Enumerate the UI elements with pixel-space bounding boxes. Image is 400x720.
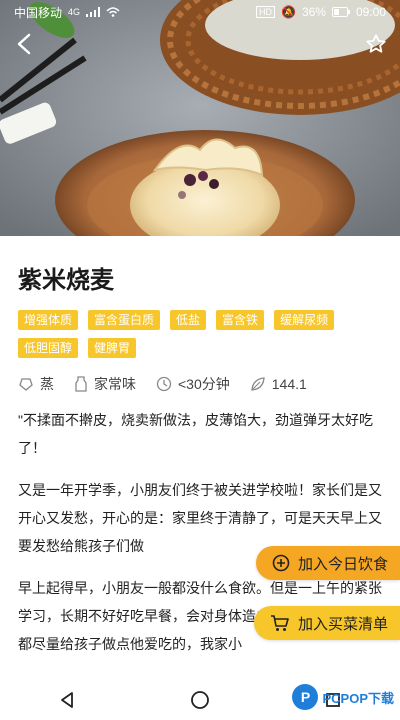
add-today-diet-button[interactable]: 加入今日饮食 <box>255 546 400 580</box>
pot-icon <box>19 378 33 391</box>
nav-back-button[interactable] <box>47 680 87 720</box>
dumpling-photo <box>0 0 400 236</box>
watermark-text: PCPOP下载 <box>322 690 394 706</box>
description-paragraph: "不揉面不擀皮，烧卖新做法，皮薄馅大，劲道弹牙太好吃了！ <box>18 412 373 456</box>
nutrition-tags: 增强体质 富含蛋白质 低盐 富含铁 缓解尿频 低胆固醇 健脾胃 <box>18 310 388 358</box>
recipe-meta: 蒸 家常味 <30分钟 144.1 <box>18 374 388 394</box>
shopping-cart-icon <box>270 615 289 631</box>
wifi-icon <box>106 7 120 17</box>
meta-popularity: 144.1 <box>250 376 307 392</box>
tag-item[interactable]: 低盐 <box>170 310 207 330</box>
tag-item[interactable]: 缓解尿频 <box>274 310 335 330</box>
back-chevron-icon <box>17 33 31 55</box>
tag-item[interactable]: 增强体质 <box>18 310 79 330</box>
meta-time: <30分钟 <box>156 374 230 394</box>
tag-item[interactable]: 低胆固醇 <box>18 338 79 358</box>
status-bar: 中国移动 4G HD 🔕 36% 09:00 <box>0 0 400 24</box>
recipe-hero-image: 中国移动 4G HD 🔕 36% 09:00 <box>0 0 400 236</box>
add-today-label: 加入今日饮食 <box>297 555 388 573</box>
signal-label: 4G <box>68 7 81 17</box>
recipe-title: 紫米烧麦 <box>18 266 114 294</box>
meta-taste: 家常味 <box>74 374 136 394</box>
add-shopping-list-button[interactable]: 加入买菜清单 <box>253 606 400 640</box>
meta-method: 蒸 <box>18 374 54 394</box>
time-label: 09:00 <box>355 5 386 19</box>
watermark-icon: P <box>292 684 319 710</box>
tag-item[interactable]: 富含蛋白质 <box>88 310 161 330</box>
mute-icon: 🔕 <box>280 5 296 19</box>
favorite-button[interactable] <box>360 28 392 60</box>
star-outline-icon <box>366 34 386 53</box>
leaf-icon <box>251 377 265 391</box>
signal-icon <box>86 7 101 17</box>
add-list-label: 加入买菜清单 <box>297 615 388 633</box>
carrier-label: 中国移动 <box>14 5 63 20</box>
tag-item[interactable]: 富含铁 <box>216 310 265 330</box>
tag-item[interactable]: 健脾胃 <box>88 338 137 358</box>
method-label: 蒸 <box>40 376 54 392</box>
circle-home-icon <box>191 691 209 709</box>
triangle-back-icon <box>60 692 73 708</box>
battery-label: 36% <box>301 5 326 19</box>
watermark-logo: P PCPOP下载 <box>292 684 394 710</box>
nav-home-button[interactable] <box>180 680 220 720</box>
taste-label: 家常味 <box>94 376 136 392</box>
battery-icon <box>331 7 350 17</box>
clock-icon <box>156 376 172 392</box>
back-button[interactable] <box>8 28 40 60</box>
popularity-label: 144.1 <box>271 376 307 392</box>
plus-circle-icon <box>272 554 290 572</box>
hd-icon: HD <box>255 6 275 18</box>
time-label: <30分钟 <box>178 376 230 392</box>
bottle-icon <box>75 376 87 392</box>
